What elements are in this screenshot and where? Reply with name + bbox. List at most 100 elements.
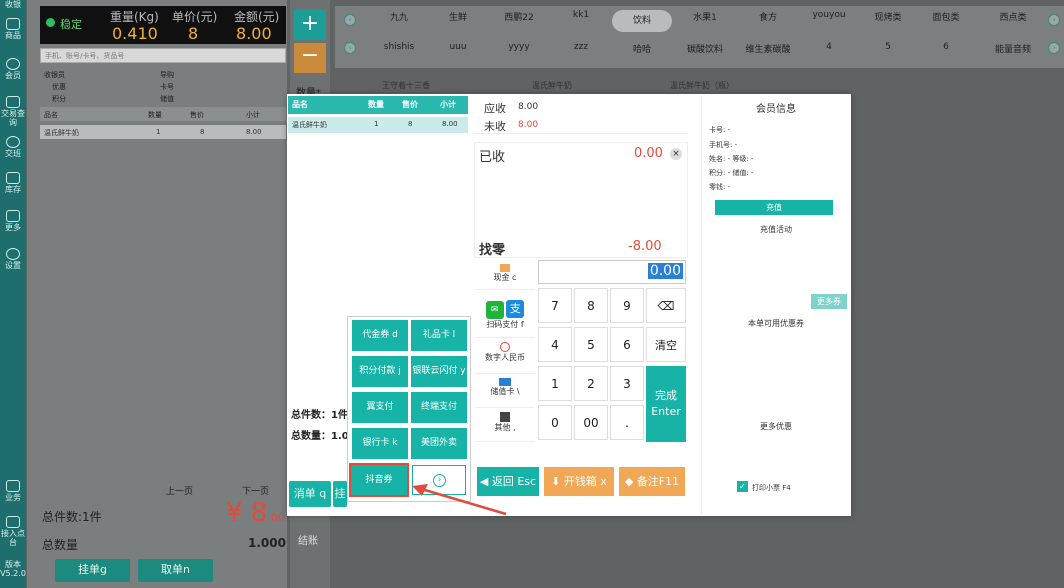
key-2[interactable]: 2	[574, 366, 608, 401]
recharge-activity-label: 充值活动	[760, 225, 792, 234]
minus-button[interactable]: −	[294, 43, 326, 73]
category-tab[interactable]: 西鹏22	[489, 10, 549, 23]
key-3[interactable]: 3	[610, 366, 644, 401]
stable-dot-icon	[46, 18, 55, 27]
open-drawer-button[interactable]: ⬇ 开钱箱 x	[544, 467, 614, 496]
key-5[interactable]: 5	[574, 327, 608, 362]
sidebar-item-transactions[interactable]: 交易查询	[0, 96, 26, 127]
hold-button[interactable]: 挂	[333, 481, 347, 507]
category-tab[interactable]: 生鲜	[428, 10, 488, 23]
key-7[interactable]: 7	[538, 288, 572, 323]
key-4[interactable]: 4	[538, 327, 572, 362]
unionpay-button[interactable]: 银联云闪付 y	[411, 356, 467, 387]
hold-order-button[interactable]: 挂单g	[55, 559, 130, 582]
weight-value: 0.410	[112, 24, 158, 43]
chevron-left-icon[interactable]: ‹	[344, 42, 356, 54]
category-tab[interactable]: 碳酸饮料	[675, 42, 735, 55]
category-tab[interactable]: uuu	[428, 42, 488, 52]
more-coupons-button[interactable]: 更多券	[811, 294, 847, 309]
category-tab[interactable]: 西点类	[983, 10, 1043, 23]
category-tab[interactable]: 维生素碳酸	[738, 42, 798, 55]
remark-button[interactable]: ◆ 备注F11	[619, 467, 685, 496]
key-8[interactable]: 8	[574, 288, 608, 323]
chevron-right-icon[interactable]: ›	[1048, 42, 1060, 54]
category-tab[interactable]: 水果1	[675, 10, 735, 23]
retrieve-order-button[interactable]: 取单n	[138, 559, 213, 582]
sidebar-item-member[interactable]: 会员	[0, 58, 26, 80]
next-page-link[interactable]: 下一页	[242, 484, 269, 497]
drawer-icon: ⬇	[551, 475, 561, 488]
category-tab[interactable]: shishis	[369, 42, 429, 52]
close-icon[interactable]: ×	[670, 148, 682, 160]
prev-page-link[interactable]: 上一页	[166, 484, 193, 497]
home-icon	[6, 172, 20, 184]
category-tab[interactable]: 5	[858, 42, 918, 52]
gift-card-button[interactable]: 礼品卡 l	[411, 320, 467, 351]
sidebar-item-settings[interactable]: 设置	[0, 248, 26, 270]
sidebar-item-business[interactable]: 业务	[0, 480, 26, 502]
sidebar-item-shift[interactable]: 交班	[0, 136, 26, 158]
total-items: 总件数:1件	[42, 510, 102, 524]
cash-pay-type[interactable]: 现金 c	[475, 262, 535, 290]
price-label: 单价(元)	[172, 10, 218, 24]
product-item[interactable]: 温氏鲜牛奶	[532, 80, 572, 91]
category-tab[interactable]: zzz	[551, 42, 611, 52]
chevron-right-icon[interactable]: ›	[1048, 14, 1060, 26]
other-pay-type[interactable]: 其他 ,	[475, 410, 535, 442]
bank-card-button[interactable]: 银行卡 k	[352, 428, 408, 459]
category-tab[interactable]: 九九	[369, 10, 429, 23]
order-total-items: 总件数：1件	[291, 410, 348, 421]
member-phone: 手机号: -	[709, 141, 738, 149]
table-row[interactable]: 温氏鲜牛奶 1 8 8.00	[288, 117, 468, 133]
douyin-coupon-button[interactable]: 抖音券	[349, 463, 409, 497]
sidebar-item-more[interactable]: 更多	[0, 210, 26, 232]
clear-button[interactable]: 清空	[646, 327, 686, 362]
plus-button[interactable]: +	[294, 10, 326, 40]
key-dot[interactable]: .	[610, 405, 644, 440]
product-item[interactable]: 王守着十三香	[382, 80, 430, 91]
scan-pay-type[interactable]: ✉ 支扫码支付 f	[475, 298, 535, 338]
points-pay-button[interactable]: 积分付款 j	[352, 356, 408, 387]
stored-card-pay-type[interactable]: 储值卡 \	[475, 376, 535, 408]
digital-rmb-pay-type[interactable]: 数字人民币	[475, 340, 535, 374]
complete-button[interactable]: 完成 Enter	[646, 366, 686, 442]
category-tab[interactable]: 哈哈	[612, 42, 672, 55]
category-tab[interactable]: 饮料	[612, 10, 672, 32]
back-button[interactable]: ◀ 返回 Esc	[477, 467, 539, 496]
print-receipt-checkbox[interactable]: ✓	[737, 481, 748, 492]
sidebar-item-inventory[interactable]: 库存	[0, 172, 26, 194]
recharge-button[interactable]: 充值	[715, 200, 833, 215]
checkout-button[interactable]: 结账	[298, 532, 318, 547]
meituan-button[interactable]: 美团外卖	[411, 428, 467, 459]
category-tab[interactable]: kk1	[551, 10, 611, 20]
key-9[interactable]: 9	[610, 288, 644, 323]
search-input[interactable]: 手机、账号/卡号、货品号	[40, 48, 286, 63]
category-tab[interactable]: youyou	[799, 10, 859, 20]
key-1[interactable]: 1	[538, 366, 572, 401]
voucher-button[interactable]: 代金券 d	[352, 320, 408, 351]
chevron-left-icon[interactable]: ‹	[344, 14, 356, 26]
sidebar-item-cashier[interactable]: 收银	[0, 0, 26, 9]
bestpay-button[interactable]: 翼支付	[352, 392, 408, 423]
category-tab[interactable]: 面包类	[916, 10, 976, 23]
sidebar-item-goods[interactable]: 商品	[0, 18, 26, 40]
payment-amount-input[interactable]: 0.00	[538, 260, 686, 284]
category-tab[interactable]: 现烤类	[858, 10, 918, 23]
key-00[interactable]: 00	[574, 405, 608, 440]
key-0[interactable]: 0	[538, 405, 572, 440]
backspace-icon[interactable]: ⌫	[646, 288, 686, 323]
category-tab[interactable]: 4	[799, 42, 859, 52]
cancel-order-button[interactable]: 消单 q	[289, 481, 331, 507]
grid-icon	[6, 210, 20, 222]
product-item[interactable]: 温氏鲜牛奶（瓶）	[670, 80, 734, 91]
sidebar-item-access[interactable]: 接入点台	[0, 516, 26, 547]
category-tab[interactable]: 食方	[738, 10, 798, 23]
category-tab[interactable]: 能量音频	[983, 42, 1043, 55]
alipay-icon: 支	[506, 300, 525, 318]
key-6[interactable]: 6	[610, 327, 644, 362]
terminal-pay-button[interactable]: 终端支付	[411, 392, 467, 423]
table-row[interactable]: 温氏鲜牛奶 1 8 8.00	[40, 125, 286, 139]
category-tab[interactable]: yyyy	[489, 42, 549, 52]
category-tab[interactable]: 6	[916, 42, 976, 52]
user-icon	[6, 58, 20, 70]
